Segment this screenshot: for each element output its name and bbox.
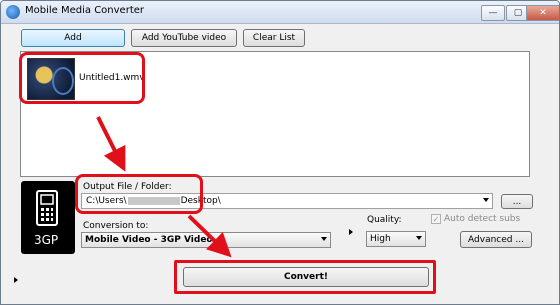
annotation-arrow-2 (187, 214, 232, 258)
annotation-arrows (96, 116, 232, 258)
app-window: Mobile Media Converter — ▢ ✕ Add Add You… (0, 0, 560, 305)
annotation-arrow-1 (96, 116, 126, 172)
